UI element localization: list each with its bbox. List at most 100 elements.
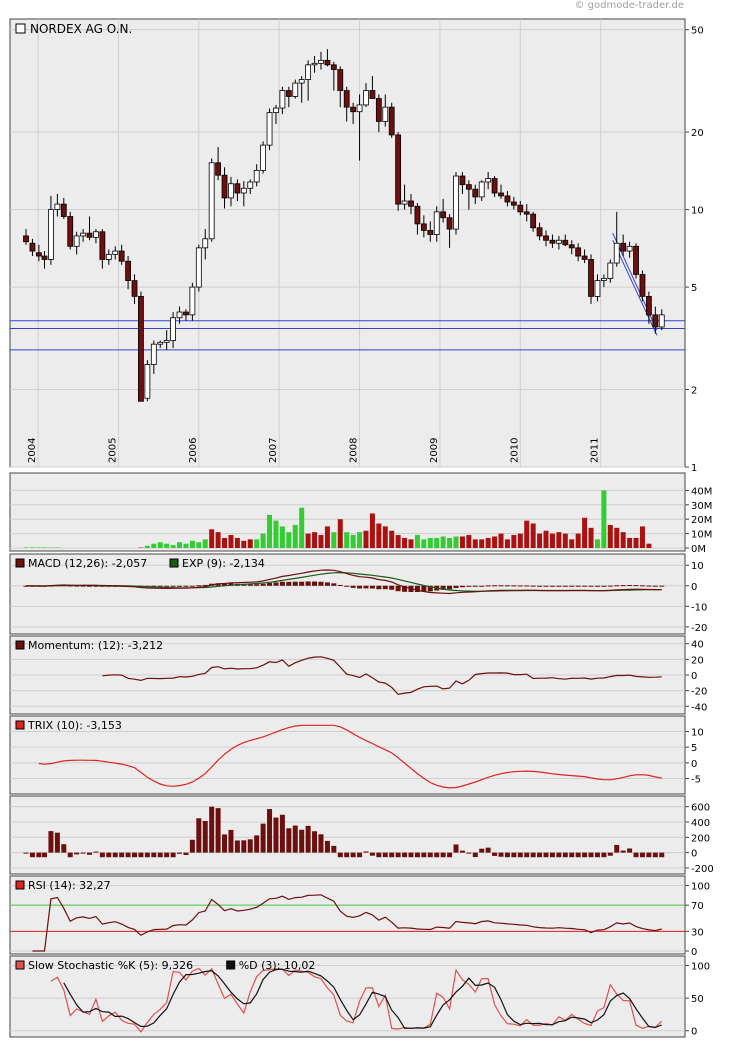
candle-body [337, 69, 344, 91]
oscillator-bar [427, 852, 433, 858]
candle-body [414, 205, 421, 225]
candle-body [639, 274, 646, 297]
volume-bar [222, 537, 228, 548]
oscillator-bar [363, 851, 369, 853]
oscillator-bar [132, 852, 138, 858]
oscillator-bar [627, 848, 633, 853]
oscillator-bar [228, 829, 234, 853]
oscillator-bar [61, 844, 67, 853]
macd-bar [254, 584, 260, 586]
candle-body [472, 188, 479, 198]
oscillator-bar [434, 852, 440, 858]
legend-label: Momentum: (12): -3,212 [28, 639, 163, 652]
candle-body [498, 192, 504, 197]
candle-body [318, 59, 324, 64]
oscillator-bar [42, 852, 48, 858]
candle [453, 171, 459, 235]
candle-body [183, 311, 189, 316]
macd-bar [189, 585, 195, 587]
volume-bar [524, 520, 530, 548]
candle-body [485, 178, 492, 183]
volume-bar [594, 539, 600, 548]
oscillator-bar [292, 825, 298, 853]
candle-body [581, 255, 588, 260]
macd-bar [318, 581, 324, 586]
candle-body [48, 209, 54, 260]
volume-bar [202, 539, 208, 548]
candle-body [369, 90, 376, 99]
y-tick-label: 0 [691, 947, 697, 958]
volume-bar [498, 533, 504, 548]
x-year-label: 2007 [268, 438, 279, 463]
candle-body [176, 311, 183, 319]
oscillator-bar [29, 852, 35, 858]
oscillator-bar [472, 852, 478, 857]
macd-bar [369, 585, 375, 589]
volume-bar [382, 526, 388, 548]
x-year-label: 2011 [590, 438, 601, 463]
macd-bar [337, 584, 343, 586]
y-tick-label: 40M [691, 486, 712, 497]
oscillator-bar [582, 852, 588, 858]
oscillator-bar [408, 852, 414, 858]
y-tick-label: 5 [691, 283, 697, 294]
volume-bar [582, 517, 588, 548]
volume-bar [453, 536, 459, 548]
candle [138, 291, 144, 402]
macd-bar [447, 585, 453, 590]
oscillator-bar [530, 852, 536, 858]
macd-bar [382, 585, 388, 590]
volume-bar [421, 539, 427, 548]
x-year-label: 2009 [429, 438, 440, 463]
legend-swatch [169, 558, 179, 568]
oscillator-bar [447, 852, 453, 858]
y-tick-label: -5 [691, 774, 701, 785]
volume-bar [177, 542, 183, 548]
volume-bar [337, 519, 343, 548]
y-tick-label: -40 [691, 702, 707, 713]
oscillator-bar [222, 834, 228, 853]
candle [639, 270, 646, 302]
volume-bar [633, 537, 639, 548]
candle-body [170, 317, 176, 341]
volume-bar [447, 537, 453, 548]
oscillator-bar [556, 852, 562, 858]
candle-body [67, 216, 74, 247]
volume-bar [402, 537, 408, 548]
y-tick-label: 0 [691, 849, 697, 860]
oscillator-bar [594, 852, 600, 858]
y-tick-label: 0 [691, 671, 697, 682]
y-tick-label: -10 [691, 602, 707, 613]
candle-body [266, 112, 273, 146]
y-tick-label: 10M [691, 530, 712, 541]
candle-body [324, 59, 331, 66]
volume-bar [395, 535, 401, 548]
candle-body [433, 211, 440, 235]
candle-body [163, 340, 170, 343]
oscillator-bar [273, 817, 279, 853]
volume-bar [151, 543, 157, 548]
oscillator-bar [479, 848, 485, 853]
macd-bar [639, 585, 645, 587]
macd-bar [588, 585, 594, 587]
volume-bar [569, 539, 575, 548]
volume-bar [324, 526, 330, 548]
oscillator-bar [485, 847, 491, 853]
price-panel [9, 18, 686, 468]
volume-bar [357, 532, 363, 548]
macd-bar [312, 581, 318, 586]
oscillator-bar [562, 852, 568, 858]
macd-bar [376, 585, 382, 590]
candle-body [465, 184, 472, 190]
oscillator-bar [318, 834, 324, 853]
oscillator-bar [588, 852, 594, 858]
macd-bar [363, 585, 369, 589]
candle-body [125, 260, 131, 281]
oscillator-panel [9, 795, 686, 875]
candle-body [562, 239, 569, 246]
macd-bar [299, 581, 305, 586]
candle-body [382, 106, 389, 122]
volume-bar [369, 513, 375, 548]
candle-body [298, 79, 305, 84]
macd-bar [594, 585, 600, 587]
